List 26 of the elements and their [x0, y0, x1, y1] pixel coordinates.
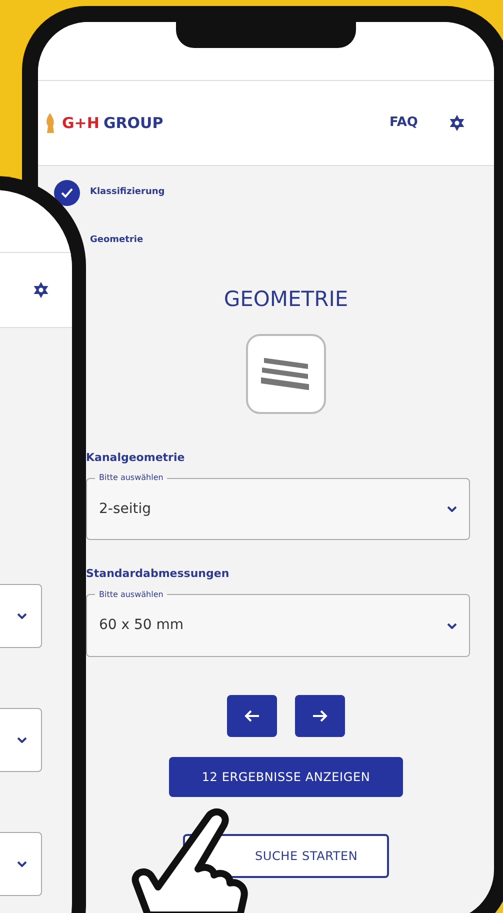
field-legend: Bitte auswählen — [95, 588, 168, 600]
settings-icon[interactable] — [448, 114, 466, 132]
arrow-right-icon — [312, 708, 328, 722]
arrow-left-icon — [244, 708, 260, 722]
chevron-down-icon — [447, 506, 457, 512]
settings-icon[interactable] — [32, 281, 50, 299]
field-value: 2-seitig — [99, 500, 152, 518]
logo-text[interactable]: G+H GROUP — [62, 112, 164, 134]
chevron-down-icon — [17, 737, 27, 743]
chevron-down-icon — [17, 861, 27, 867]
dropdown-field[interactable]: Bitte auswählen 60 x 50 mm — [86, 588, 470, 656]
page-title: GEOMETRIE — [224, 286, 348, 313]
dropdown-field[interactable]: Bitte auswählen 2-seitig — [86, 472, 470, 540]
flame-logo-icon — [44, 112, 56, 134]
chevron-down-icon — [17, 613, 27, 619]
field-label: Kanalgeometrie — [86, 450, 186, 466]
field-label: Standardabmessungen — [86, 566, 230, 582]
faq-link[interactable]: FAQ — [389, 113, 418, 133]
next-button[interactable] — [295, 694, 345, 736]
chevron-down-icon — [447, 622, 457, 628]
field-value: 60 x 50 mm — [99, 616, 184, 635]
step-label[interactable]: Klassifizierung — [90, 186, 165, 200]
show-results-button[interactable]: 12 ERGEBNISSE ANZEIGEN — [169, 756, 403, 796]
step-label[interactable]: Geometrie — [90, 234, 144, 248]
back-button[interactable] — [227, 694, 277, 736]
field-legend: Bitte auswählen — [95, 472, 168, 484]
